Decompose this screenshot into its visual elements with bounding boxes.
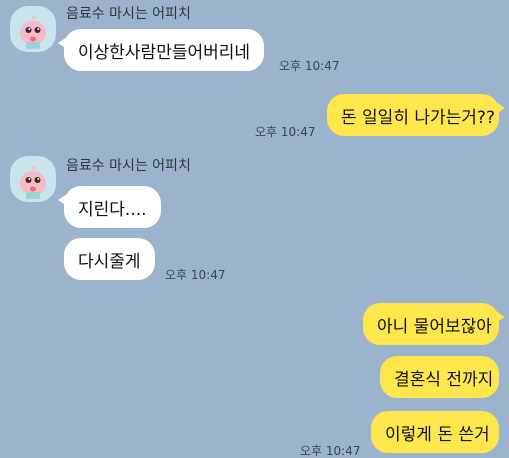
sender-avatar[interactable] xyxy=(10,156,56,202)
message-bubble-incoming[interactable]: 이상한사람만들어버리네 xyxy=(57,29,265,71)
message-bubble-outgoing[interactable]: 아니 물어보잖아 xyxy=(363,303,505,345)
chat-area[interactable]: 음료수 마시는 어피치 이상한사람만들어버리네 오후 10:47 오후 10:4… xyxy=(0,0,509,458)
message-bubble-outgoing[interactable]: 이렇게 돈 쓴거 xyxy=(371,411,499,453)
message-timestamp: 오후 10:47 xyxy=(279,59,340,73)
message-bubble-incoming[interactable]: 지린다.... xyxy=(58,186,161,228)
sender-name: 음료수 마시는 어피치 xyxy=(66,158,191,174)
message-bubble-outgoing[interactable]: 돈 일일히 나가는거?? xyxy=(327,94,505,136)
message-bubble-incoming[interactable]: 다시줄게 xyxy=(64,238,155,280)
peach-character-icon xyxy=(20,15,46,49)
message-timestamp: 오후 10:47 xyxy=(300,444,361,458)
peach-character-icon xyxy=(20,165,46,199)
message-bubble-outgoing[interactable]: 결혼식 전까지 xyxy=(380,356,499,398)
message-timestamp: 오후 10:47 xyxy=(165,268,226,282)
sender-avatar[interactable] xyxy=(10,6,56,52)
sender-name: 음료수 마시는 어피치 xyxy=(66,6,191,22)
message-timestamp: 오후 10:47 xyxy=(255,125,316,139)
